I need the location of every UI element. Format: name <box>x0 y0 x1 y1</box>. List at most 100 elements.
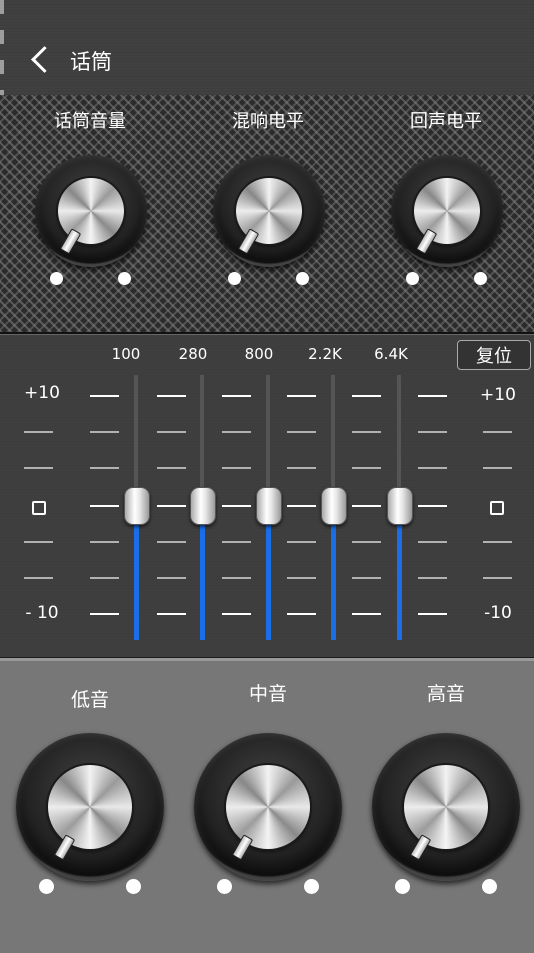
scale-tick <box>483 431 512 433</box>
knob-label-mid: 中音 <box>248 683 287 705</box>
freq-label-100: 100 <box>111 345 141 363</box>
scale-tick <box>418 467 447 469</box>
knob-min-dot <box>395 879 410 894</box>
scale-tick <box>157 541 186 543</box>
scale-tick <box>222 467 251 469</box>
knob-max-dot <box>482 879 497 894</box>
scale-tick <box>287 541 316 543</box>
freq-label-2-2k: 2.2K <box>308 345 342 363</box>
scale-tick <box>287 577 316 579</box>
knob-max-dot <box>126 879 141 894</box>
knob-label-bass: 低音 <box>70 689 109 711</box>
knob-max-dot <box>474 272 487 285</box>
eq-slider-fill <box>330 505 336 640</box>
scale-tick <box>24 431 53 433</box>
scale-tick <box>24 467 53 469</box>
knob-min-dot <box>50 272 63 285</box>
scale-top-left: +10 <box>24 383 60 403</box>
scale-tick <box>352 613 381 615</box>
scale-tick <box>483 467 512 469</box>
scale-tick <box>24 577 53 579</box>
scale-tick <box>157 505 186 507</box>
echo-level-knob[interactable] <box>391 155 503 267</box>
scale-bottom-right: -10 <box>484 603 512 623</box>
reverb-level-knob[interactable] <box>213 155 325 267</box>
knob-min-dot <box>228 272 241 285</box>
scale-tick <box>222 577 251 579</box>
scale-tick <box>352 541 381 543</box>
scale-tick <box>287 613 316 615</box>
freq-label-6-4k: 6.4K <box>374 345 408 363</box>
scale-tick <box>90 505 119 507</box>
knob-min-dot <box>217 879 232 894</box>
scale-tick <box>222 395 251 397</box>
treble-knob[interactable] <box>372 733 520 881</box>
tone-section: 低音 中音 高音 <box>0 658 534 953</box>
scale-tick <box>287 505 316 507</box>
reset-button[interactable]: 复位 <box>457 340 531 370</box>
scale-tick <box>418 505 447 507</box>
knob-label-treble: 高音 <box>426 683 465 705</box>
scale-tick <box>352 505 381 507</box>
scale-zero-right <box>490 501 504 515</box>
scale-tick <box>287 395 316 397</box>
scale-tick <box>483 577 512 579</box>
eq-slider-fill <box>265 505 271 640</box>
scale-tick <box>90 395 119 397</box>
eq-slider-fill <box>396 505 402 640</box>
knob-min-dot <box>39 879 54 894</box>
scale-tick <box>222 431 251 433</box>
scale-zero-left <box>32 501 46 515</box>
knob-min-dot <box>406 272 419 285</box>
scale-tick <box>352 395 381 397</box>
scale-tick <box>90 467 119 469</box>
scale-tick <box>418 541 447 543</box>
equalizer-section: 100 280 800 2.2K 6.4K 复位 +10 - 10 +10 -1… <box>0 334 534 659</box>
knob-max-dot <box>118 272 131 285</box>
scale-tick <box>352 431 381 433</box>
eq-slider-handle[interactable] <box>124 487 150 525</box>
back-chevron-icon[interactable] <box>26 44 56 78</box>
scale-tick <box>24 541 53 543</box>
scale-tick <box>157 467 186 469</box>
bass-knob[interactable] <box>16 733 164 881</box>
scale-tick <box>157 395 186 397</box>
eq-slider-fill <box>199 505 205 640</box>
scale-tick <box>418 577 447 579</box>
knob-label-echo: 回声电平 <box>410 111 482 132</box>
eq-slider-handle[interactable] <box>387 487 413 525</box>
scale-tick <box>222 505 251 507</box>
scale-tick <box>222 541 251 543</box>
scale-tick <box>418 395 447 397</box>
scale-tick <box>222 613 251 615</box>
page-title: 话筒 <box>70 50 112 74</box>
freq-label-280: 280 <box>178 345 208 363</box>
scale-tick <box>90 541 119 543</box>
mid-knob[interactable] <box>194 733 342 881</box>
scale-tick <box>90 577 119 579</box>
scale-tick <box>90 431 119 433</box>
knob-max-dot <box>296 272 309 285</box>
knob-label-reverb: 混响电平 <box>232 111 304 132</box>
eq-slider-fill <box>133 505 139 640</box>
knob-label-mic-volume: 话筒音量 <box>54 111 126 132</box>
mic-volume-knob[interactable] <box>35 155 147 267</box>
scale-tick <box>352 577 381 579</box>
scale-top-right: +10 <box>480 385 516 405</box>
eq-slider-handle[interactable] <box>256 487 282 525</box>
scale-tick <box>90 613 119 615</box>
scale-tick <box>352 467 381 469</box>
scale-tick <box>483 541 512 543</box>
knob-max-dot <box>304 879 319 894</box>
freq-label-800: 800 <box>244 345 274 363</box>
scale-tick <box>157 431 186 433</box>
scale-bottom-left: - 10 <box>25 603 59 623</box>
scale-tick <box>418 431 447 433</box>
scale-tick <box>157 613 186 615</box>
eq-slider-handle[interactable] <box>190 487 216 525</box>
eq-slider-handle[interactable] <box>321 487 347 525</box>
scale-tick <box>287 431 316 433</box>
header-bar: 话筒 <box>0 0 534 330</box>
scale-tick <box>418 613 447 615</box>
mic-section: 话筒音量 混响电平 回声电平 <box>0 95 534 334</box>
